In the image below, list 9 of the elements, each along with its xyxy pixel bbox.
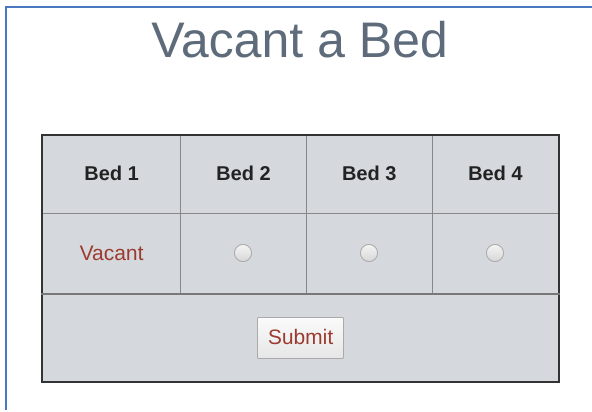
submit-button[interactable]: Submit bbox=[256, 317, 344, 359]
column-header: Bed 1 bbox=[42, 135, 180, 214]
radio-button[interactable] bbox=[234, 244, 252, 262]
radio-button[interactable] bbox=[360, 244, 378, 262]
column-header: Bed 3 bbox=[306, 135, 432, 214]
column-header: Bed 2 bbox=[180, 135, 306, 214]
page-title: Vacant a Bed bbox=[150, 11, 449, 69]
radio-button[interactable] bbox=[486, 244, 504, 262]
status-text: Vacant bbox=[80, 242, 144, 264]
